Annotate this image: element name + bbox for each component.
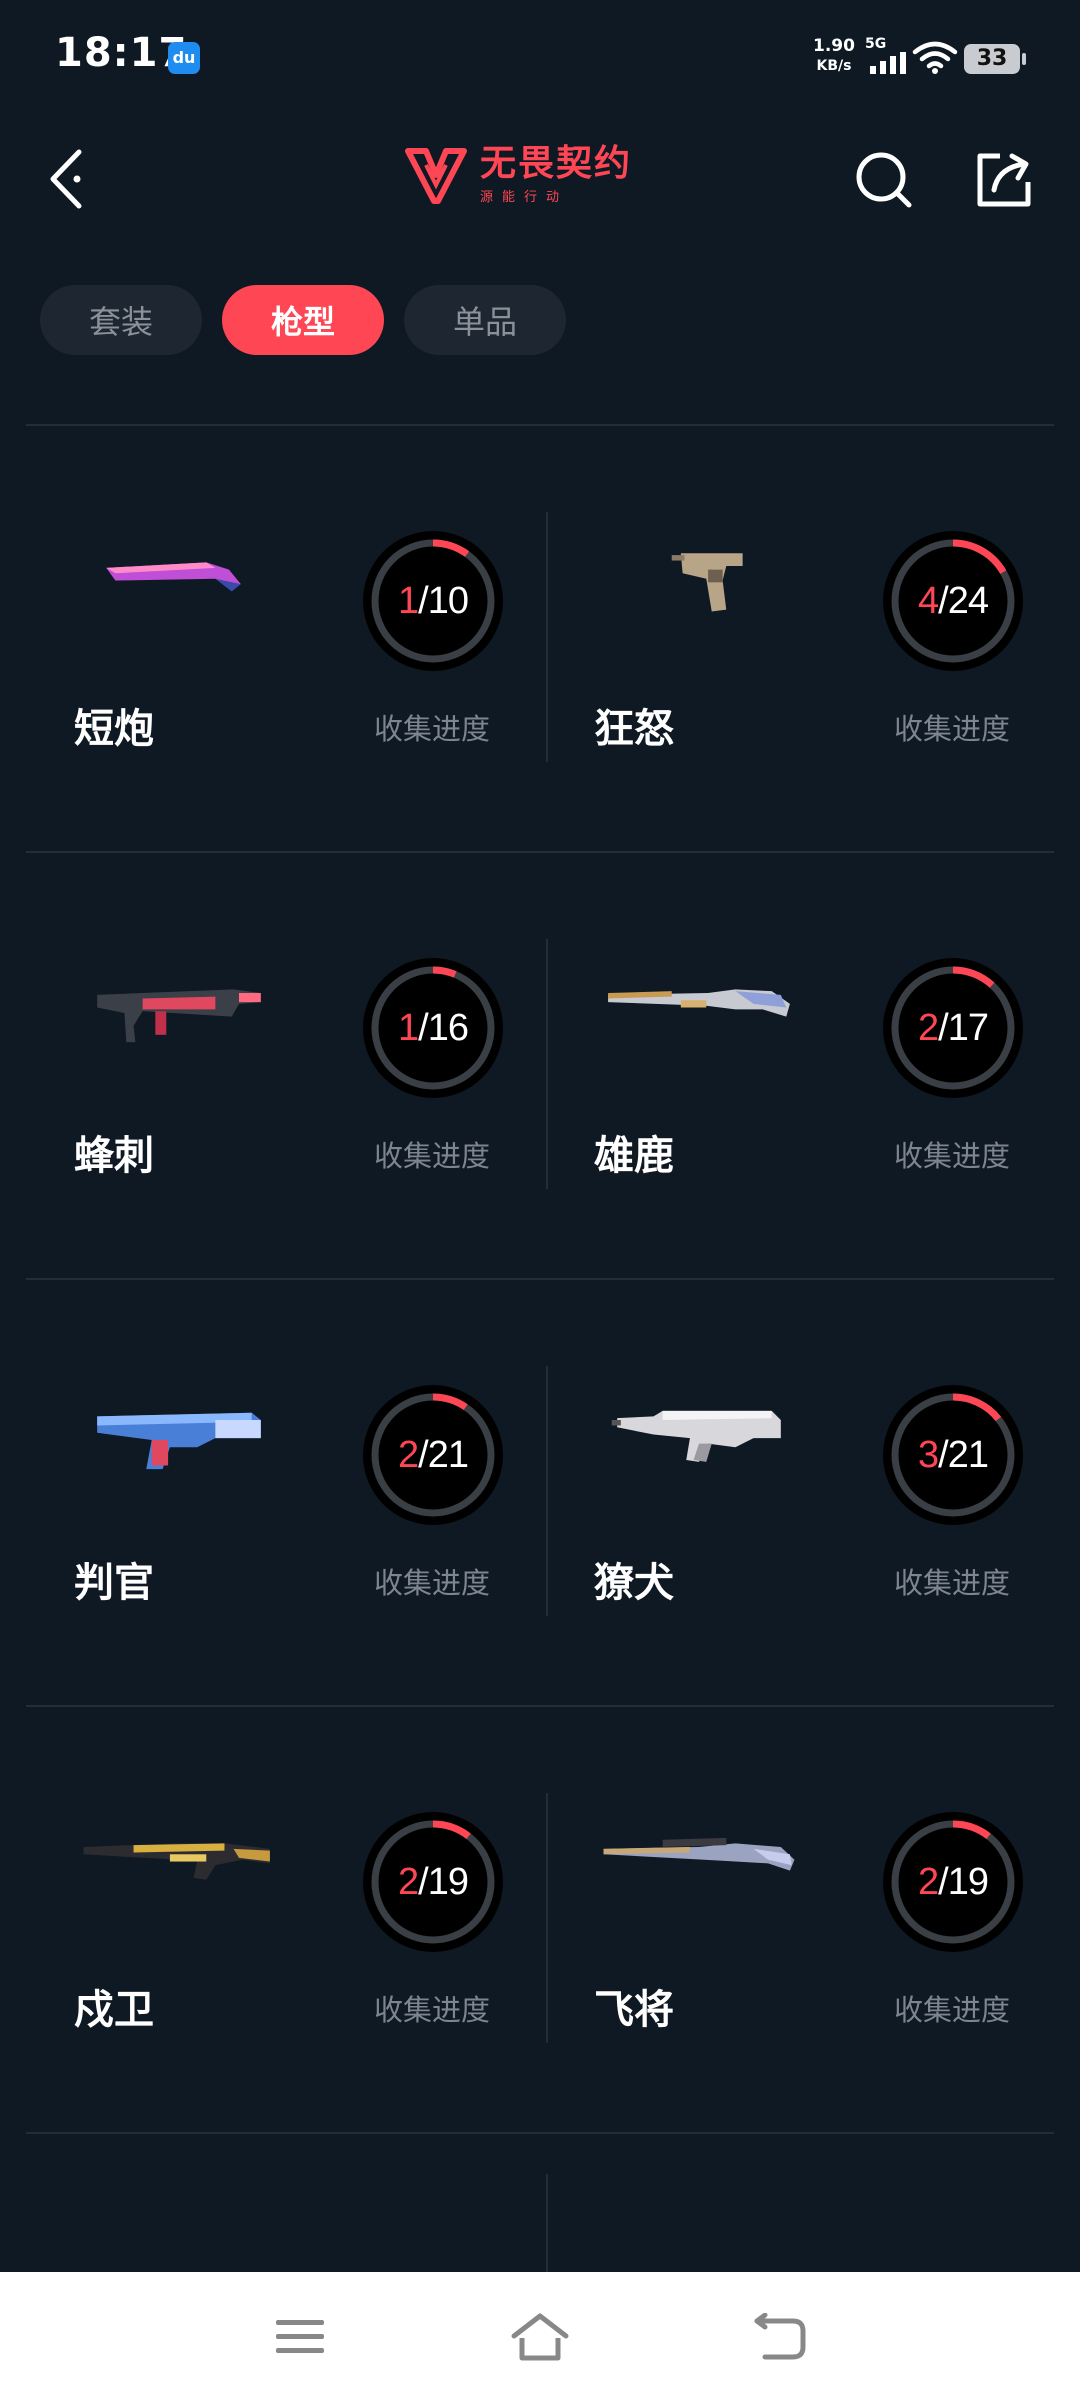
- weapon-card[interactable]: 2/19 戍卫 收集进度: [26, 1707, 546, 2132]
- column-divider: [546, 1793, 548, 2043]
- weapon-card[interactable]: 2/17 雄鹿 收集进度: [546, 853, 1054, 1278]
- collected-count: 1: [398, 1006, 419, 1049]
- logo-title: 无畏契约: [480, 143, 633, 184]
- tab-weapon-types[interactable]: 枪型: [222, 285, 384, 355]
- collected-count: 2: [918, 1006, 939, 1049]
- weapon-name: 獠犬: [594, 1560, 674, 1606]
- collection-progress-label: 收集进度: [374, 1993, 491, 2027]
- weapon-row: [26, 2132, 1054, 2294]
- smg-icon: [97, 989, 261, 1043]
- chevron-left-icon: [50, 149, 82, 209]
- collected-count: 4: [918, 579, 939, 622]
- weapon-grid: 1/10 短炮 收集进度 4/24 狂怒 收集进度 1/16 蜂刺 收集进度 2/17 雄鹿 收集进度…: [26, 424, 1054, 2294]
- battery-indicator: 33: [964, 44, 1026, 74]
- weapon-name: 戍卫: [74, 1987, 154, 2033]
- column-divider: [546, 939, 548, 1189]
- total-count: 19: [947, 1860, 989, 1903]
- column-divider: [546, 2174, 548, 2284]
- wifi-icon: [912, 41, 958, 74]
- weapon-card[interactable]: 2/19 飞将 收集进度: [546, 1707, 1054, 2132]
- pump-shotgun-icon: [608, 989, 790, 1017]
- home-button[interactable]: [500, 2302, 580, 2372]
- total-count: 19: [427, 1860, 469, 1903]
- weapon-card[interactable]: 2/21 判官 收集进度: [26, 1280, 546, 1705]
- total-count: 16: [427, 1006, 469, 1049]
- weapon-row: 1/10 短炮 收集进度 4/24 狂怒 收集进度: [26, 424, 1054, 851]
- share-icon: [977, 153, 1031, 207]
- total-count: 24: [947, 579, 989, 622]
- search-icon: [856, 152, 912, 208]
- app-bar: 无畏契约 源能行动: [0, 130, 1080, 230]
- lever-sniper-icon: [603, 1837, 795, 1871]
- collected-count: 1: [398, 579, 419, 622]
- collection-progress-label: 收集进度: [894, 712, 1011, 746]
- collection-count: 2/19: [398, 1860, 469, 1903]
- system-back-button[interactable]: [740, 2302, 820, 2372]
- semi-auto-rifle-icon: [83, 1843, 270, 1880]
- column-divider: [546, 512, 548, 762]
- weapon-name: 短炮: [74, 706, 154, 752]
- du-app-icon: du: [168, 42, 200, 74]
- weapon-row: 2/21 判官 收集进度 3/21 獠犬 收集进度: [26, 1278, 1054, 1705]
- network-type: 5G: [865, 36, 887, 52]
- share-button[interactable]: [968, 144, 1040, 216]
- weapon-row: 1/16 蜂刺 收集进度 2/17 雄鹿 收集进度: [26, 851, 1054, 1278]
- weapon-card[interactable]: 3/21 獠犬 收集进度: [546, 1280, 1054, 1705]
- collection-count: 1/10: [398, 579, 469, 622]
- collection-count: 3/21: [918, 1433, 989, 1476]
- weapon-name: 飞将: [594, 1987, 674, 2033]
- collected-count: 2: [398, 1860, 419, 1903]
- collection-progress-label: 收集进度: [894, 1139, 1011, 1173]
- collection-count: 2/21: [398, 1433, 469, 1476]
- collected-count: 2: [918, 1860, 939, 1903]
- collection-count: 1/16: [398, 1006, 469, 1049]
- weapon-row: 2/19 戍卫 收集进度 2/19 飞将 收集进度: [26, 1705, 1054, 2132]
- collection-progress-label: 收集进度: [894, 1566, 1011, 1600]
- total-count: 17: [947, 1006, 989, 1049]
- collection-progress-label: 收集进度: [894, 1993, 1011, 2027]
- status-bar: 18:17 du 1.90 KB/s 5G 33: [0, 0, 1080, 110]
- collected-count: 3: [918, 1433, 939, 1476]
- app-logo: 无畏契约 源能行动: [404, 144, 632, 205]
- collection-progress-label: 收集进度: [374, 1139, 491, 1173]
- collection-count: 4/24: [918, 579, 989, 622]
- total-count: 21: [947, 1433, 989, 1476]
- collection-progress-label: 收集进度: [374, 1566, 491, 1600]
- network-speed: 1.90 KB/s: [813, 36, 855, 74]
- weapon-card[interactable]: 1/10 短炮 收集进度: [26, 426, 546, 851]
- tab-single-items[interactable]: 单品: [404, 285, 566, 355]
- bullpup-rifle-icon: [611, 1410, 781, 1462]
- total-count: 10: [427, 579, 469, 622]
- menu-icon: [276, 2320, 324, 2353]
- weapon-name: 判官: [74, 1560, 154, 1606]
- weapon-card[interactable]: 1/16 蜂刺 收集进度: [26, 853, 546, 1278]
- recent-apps-button[interactable]: [260, 2302, 340, 2372]
- collection-count: 2/17: [918, 1006, 989, 1049]
- weapon-card[interactable]: 4/24 狂怒 收集进度: [546, 426, 1054, 851]
- tab-outfits[interactable]: 套装: [40, 285, 202, 355]
- collected-count: 2: [398, 1433, 419, 1476]
- signal-icon: [870, 52, 906, 74]
- logo-subtitle: 源能行动: [480, 190, 569, 205]
- shotgun-icon: [106, 562, 241, 592]
- home-icon: [511, 2313, 569, 2361]
- category-tabs: 套装 枪型 单品: [40, 285, 566, 355]
- auto-shotgun-icon: [97, 1412, 261, 1470]
- weapon-name: 狂怒: [594, 706, 674, 752]
- weapon-name: 蜂刺: [74, 1133, 154, 1179]
- weapon-name: 雄鹿: [594, 1133, 674, 1179]
- machine-pistol-icon: [671, 553, 743, 612]
- column-divider: [546, 1366, 548, 1616]
- collection-count: 2/19: [918, 1860, 989, 1903]
- search-button[interactable]: [848, 144, 920, 216]
- back-button[interactable]: [36, 140, 98, 218]
- valorant-logo-icon: [405, 147, 467, 204]
- system-nav-bar: [0, 2272, 1080, 2400]
- collection-progress-label: 收集进度: [374, 712, 491, 746]
- total-count: 21: [427, 1433, 469, 1476]
- back-icon: [754, 2313, 806, 2360]
